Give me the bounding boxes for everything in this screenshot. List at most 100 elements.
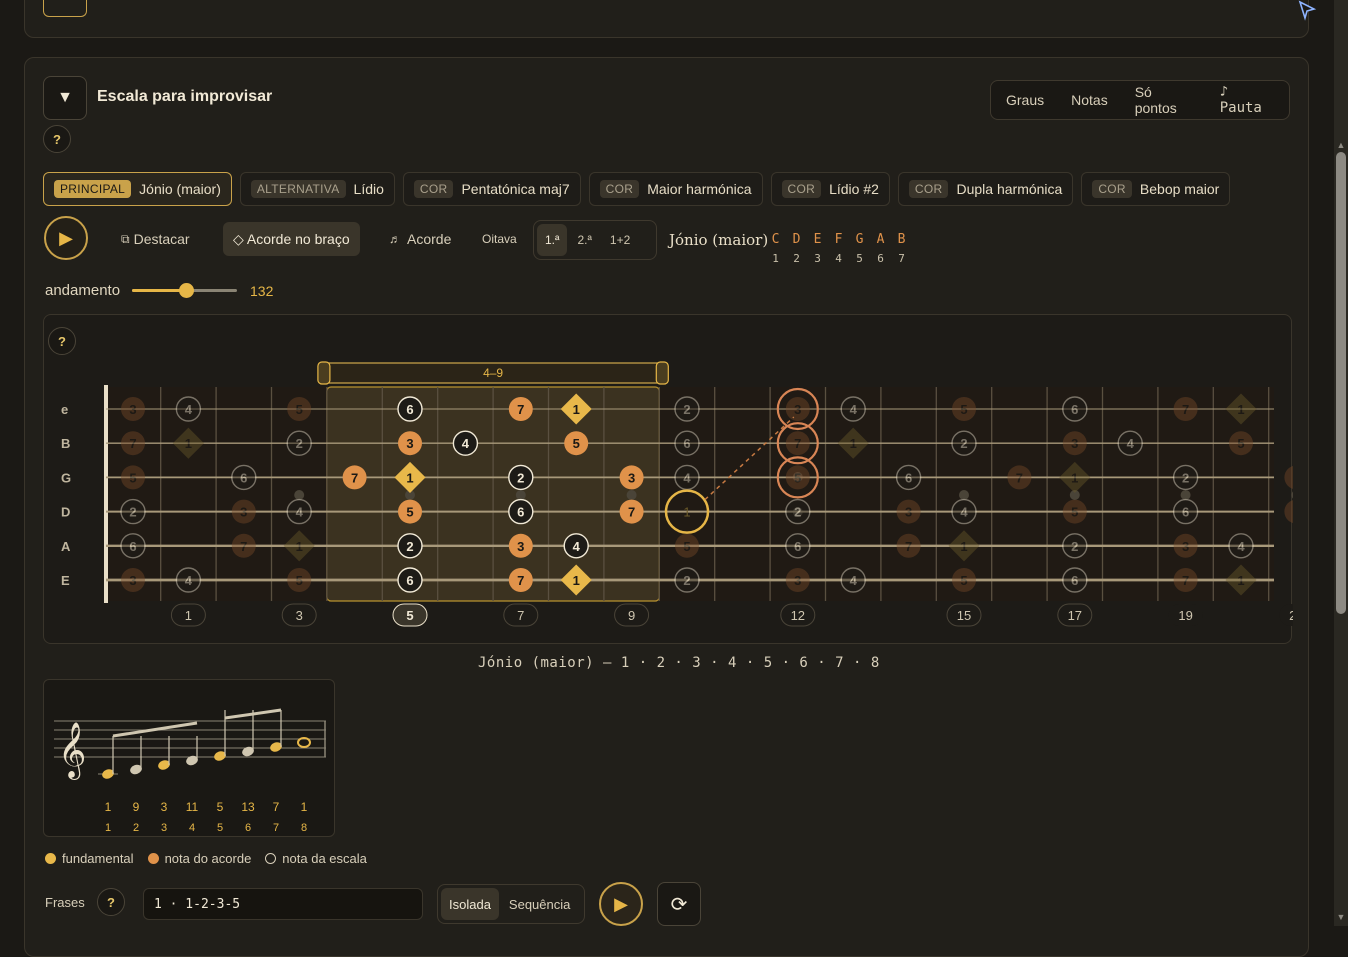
- loop-icon[interactable]: ⟳: [657, 882, 701, 926]
- octave-2[interactable]: 2.ª: [569, 224, 599, 256]
- note-marker-dim[interactable]: 7: [121, 431, 145, 455]
- note-marker[interactable]: 7: [620, 500, 644, 524]
- note-marker-dim[interactable]: 6: [1063, 397, 1087, 421]
- play-phrase-button[interactable]: ▶: [599, 882, 643, 926]
- note-marker-dim[interactable]: 3: [232, 500, 256, 524]
- note-marker-dim[interactable]: 6: [232, 465, 256, 489]
- highlight-button[interactable]: ⧉ Destacar: [111, 222, 200, 256]
- note-marker[interactable]: 2: [398, 534, 422, 558]
- note-marker-dim[interactable]: 5: [952, 397, 976, 421]
- view-mode-so-pontos[interactable]: Só pontos: [1123, 84, 1205, 116]
- chord-on-neck-button[interactable]: ◇ Acorde no braço: [223, 222, 360, 256]
- note-marker-dim[interactable]: 6: [897, 465, 921, 489]
- note-marker[interactable]: 7: [509, 568, 533, 592]
- scroll-up-icon[interactable]: ▲: [1336, 140, 1346, 148]
- note-marker-dim[interactable]: 2: [675, 397, 699, 421]
- note-marker-dim[interactable]: 2: [675, 568, 699, 592]
- note-marker-dim[interactable]: 3: [786, 397, 810, 421]
- note-marker-dim[interactable]: 2: [121, 500, 145, 524]
- collapse-button[interactable]: ▼: [43, 76, 87, 120]
- note-marker-dim[interactable]: 4: [1118, 431, 1142, 455]
- note-marker[interactable]: 6: [398, 568, 422, 592]
- scroll-down-icon[interactable]: ▼: [1336, 912, 1346, 920]
- scale-tab[interactable]: PRINCIPALJónio (maior): [43, 172, 232, 206]
- octave-1[interactable]: 1.ª: [537, 224, 567, 256]
- note-marker-dim[interactable]: 6: [1174, 500, 1198, 524]
- note-marker-dim[interactable]: 3: [1284, 465, 1293, 489]
- note-marker-dim[interactable]: 4: [952, 500, 976, 524]
- note-marker-dim[interactable]: 6: [786, 534, 810, 558]
- note-marker-dim[interactable]: 4: [675, 465, 699, 489]
- note-marker-dim[interactable]: 2: [287, 431, 311, 455]
- note-marker-dim[interactable]: 7: [897, 534, 921, 558]
- chord-button[interactable]: ♬ Acorde: [379, 222, 461, 256]
- note-marker[interactable]: 7: [343, 465, 367, 489]
- note-marker-dim[interactable]: 5: [287, 568, 311, 592]
- scale-tab[interactable]: CORLídio #2: [771, 172, 890, 206]
- scale-tab[interactable]: CORMaior harmónica: [589, 172, 763, 206]
- note-marker-dim[interactable]: 2: [1063, 534, 1087, 558]
- scale-tab[interactable]: ALTERNATIVALídio: [240, 172, 395, 206]
- fretboard[interactable]: eBGDAE4–93452345671712671234556456712323…: [44, 315, 1293, 645]
- note-marker[interactable]: 6: [509, 500, 533, 524]
- note-marker[interactable]: 5: [398, 500, 422, 524]
- scale-tab[interactable]: CORBebop maior: [1081, 172, 1230, 206]
- frases-help-button[interactable]: ?: [97, 888, 125, 916]
- note-marker[interactable]: 7: [509, 397, 533, 421]
- note-marker[interactable]: 3: [398, 431, 422, 455]
- note-marker-dim[interactable]: 6: [1063, 568, 1087, 592]
- note-marker-dim[interactable]: 4: [841, 397, 865, 421]
- note-marker-dim[interactable]: 7: [1007, 465, 1031, 489]
- scale-tab[interactable]: CORPentatónica maj7: [403, 172, 581, 206]
- tempo-slider-handle[interactable]: [179, 283, 194, 298]
- note-marker-dim[interactable]: 5: [675, 534, 699, 558]
- note-marker-dim[interactable]: 4: [1229, 534, 1253, 558]
- play-scale-button[interactable]: ▶: [44, 216, 88, 260]
- note-marker[interactable]: 6: [398, 397, 422, 421]
- note-marker[interactable]: 4: [453, 431, 477, 455]
- view-mode-graus[interactable]: Graus: [994, 84, 1056, 116]
- mode-isolada[interactable]: Isolada: [441, 888, 499, 920]
- mode-sequencia[interactable]: Sequência: [501, 888, 578, 920]
- note-marker[interactable]: 5: [564, 431, 588, 455]
- frases-input[interactable]: [143, 888, 423, 920]
- note-marker-dim[interactable]: 5: [786, 465, 810, 489]
- note-marker-dim[interactable]: 5: [1229, 431, 1253, 455]
- note-marker-dim[interactable]: 7: [232, 534, 256, 558]
- note-marker-dim[interactable]: 6: [121, 534, 145, 558]
- previous-card-button[interactable]: [43, 0, 87, 17]
- note-marker-dim[interactable]: 6: [675, 431, 699, 455]
- scrollbar-thumb[interactable]: [1336, 152, 1346, 614]
- note-marker-dim[interactable]: 4: [287, 500, 311, 524]
- note-marker-dim[interactable]: 2: [1174, 465, 1198, 489]
- note-marker-dim[interactable]: 3: [121, 397, 145, 421]
- note-marker-dim[interactable]: 5: [952, 568, 976, 592]
- fretboard-help-button[interactable]: ?: [48, 327, 76, 355]
- note-marker-dim[interactable]: 7: [1174, 397, 1198, 421]
- note-marker-dim[interactable]: 5: [287, 397, 311, 421]
- view-mode-pauta[interactable]: ♪ Pauta: [1208, 84, 1286, 116]
- note-marker[interactable]: 4: [564, 534, 588, 558]
- octave-1-2[interactable]: 1+2: [602, 224, 638, 256]
- panel-help-button[interactable]: ?: [43, 125, 71, 153]
- note-marker-dim[interactable]: 2: [786, 500, 810, 524]
- note-marker-dim[interactable]: 2: [952, 431, 976, 455]
- note-marker[interactable]: 3: [509, 534, 533, 558]
- note-marker-dim[interactable]: 3: [121, 568, 145, 592]
- note-marker-dim[interactable]: 5: [1063, 500, 1087, 524]
- view-mode-notas[interactable]: Notas: [1059, 84, 1120, 116]
- note-marker[interactable]: 3: [620, 465, 644, 489]
- note-marker-dim[interactable]: 3: [897, 500, 921, 524]
- note-marker-dim[interactable]: 4: [176, 568, 200, 592]
- note-marker-dim[interactable]: 5: [121, 465, 145, 489]
- note-marker-dim[interactable]: 3: [1174, 534, 1198, 558]
- note-marker-dim[interactable]: 4: [841, 568, 865, 592]
- scale-tab[interactable]: CORDupla harmónica: [898, 172, 1073, 206]
- note-marker-dim[interactable]: 7: [1284, 500, 1293, 524]
- note-marker-dim[interactable]: 4: [176, 397, 200, 421]
- note-marker-dim[interactable]: 7: [1174, 568, 1198, 592]
- note-marker-dim[interactable]: 3: [1063, 431, 1087, 455]
- note-marker-dim[interactable]: 7: [786, 431, 810, 455]
- note-marker[interactable]: 2: [509, 465, 533, 489]
- note-marker-dim[interactable]: 3: [786, 568, 810, 592]
